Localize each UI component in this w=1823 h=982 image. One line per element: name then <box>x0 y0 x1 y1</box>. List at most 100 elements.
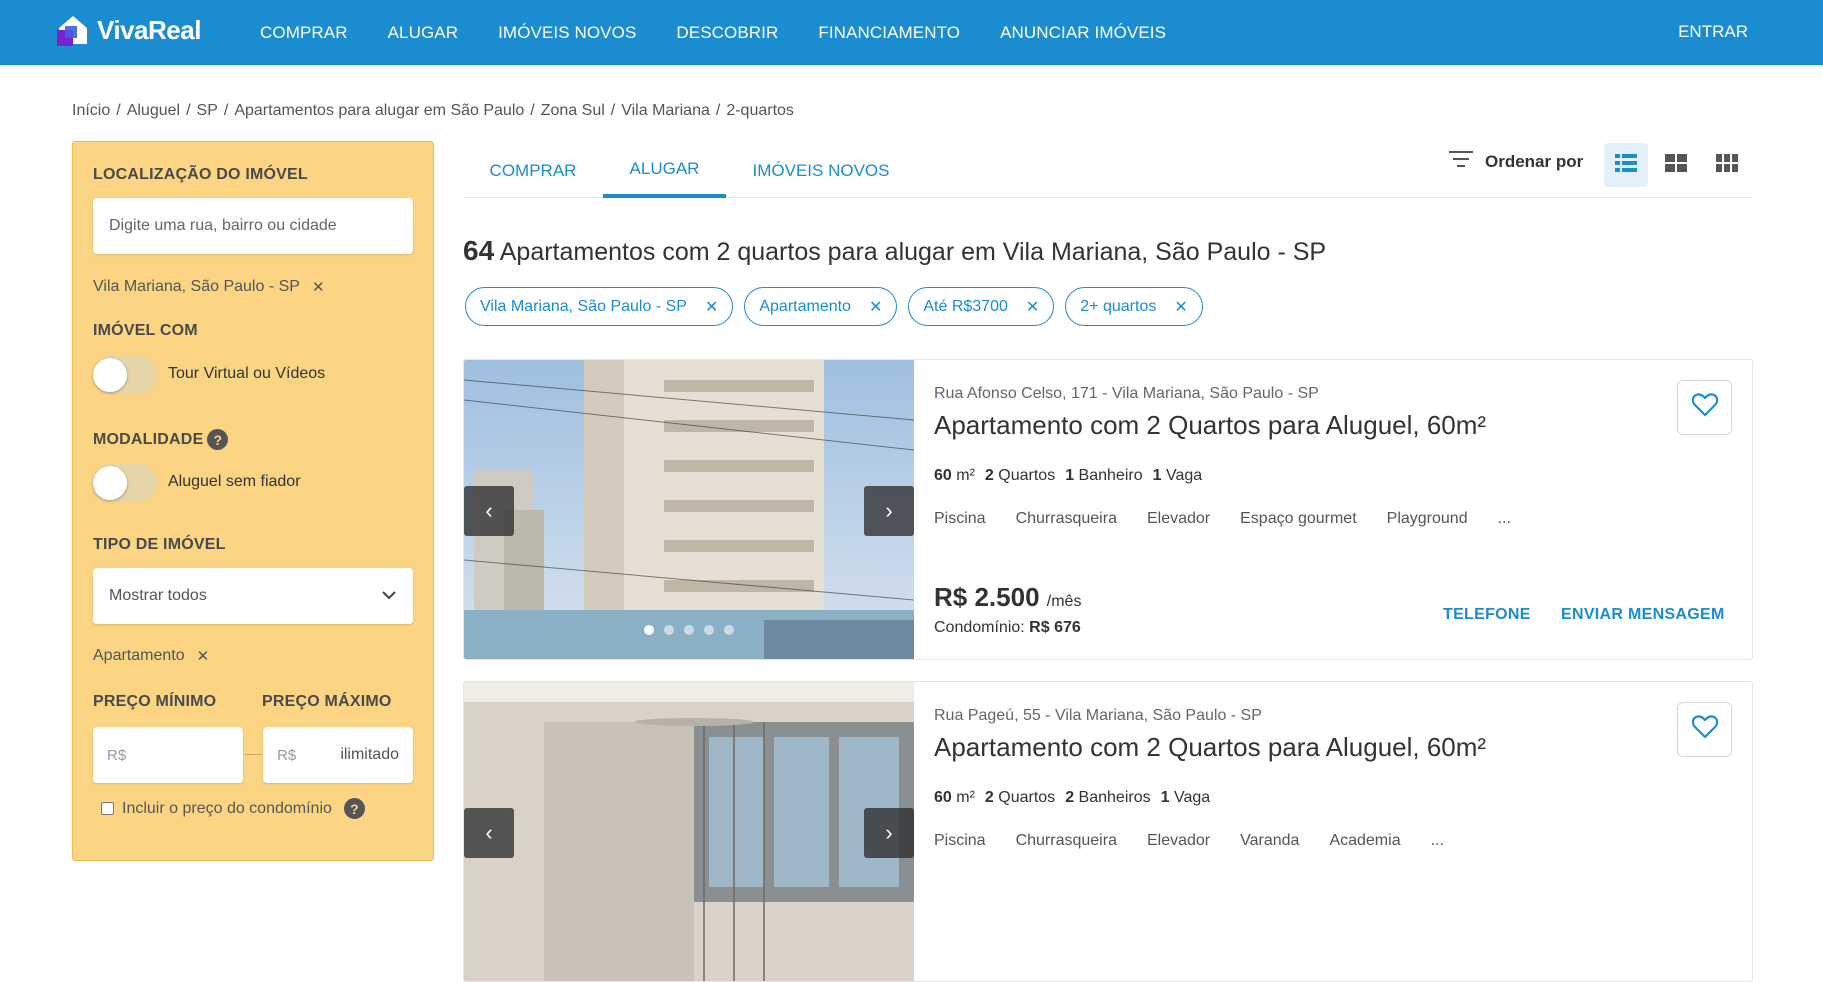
pagination-dot[interactable] <box>704 625 714 635</box>
breadcrumb-2-quartos: 2-quartos <box>726 102 794 119</box>
favorite-button[interactable] <box>1677 702 1732 757</box>
amenity-more: ... <box>1430 832 1444 849</box>
location-chip: Vila Mariana, São Paulo - SP ✕ <box>93 278 325 296</box>
grid-3-icon <box>1716 153 1738 177</box>
grid-view-button[interactable] <box>1705 143 1749 187</box>
nav-descobrir[interactable]: DESCOBRIR <box>676 23 778 43</box>
condominio-label: Incluir o preço do condomínio <box>122 799 332 817</box>
currency-prefix: R$ <box>107 746 127 764</box>
tab-alugar[interactable]: ALUGAR <box>603 144 726 198</box>
remove-tipo-icon[interactable]: ✕ <box>197 647 210 665</box>
tipo-imovel-select[interactable]: Mostrar todos <box>93 568 413 624</box>
imovel-com-label: IMÓVEL COM <box>93 322 198 339</box>
help-icon[interactable]: ? <box>207 429 229 450</box>
pagination-dot[interactable] <box>664 625 674 635</box>
sort-button[interactable]: Ordenar por <box>1449 150 1583 173</box>
chevron-left-icon: ‹ <box>485 498 493 523</box>
remove-location-icon[interactable]: ✕ <box>312 278 325 296</box>
filter-chip-label: Vila Mariana, São Paulo - SP <box>480 297 687 315</box>
listing-title[interactable]: Apartamento com 2 Quartos para Aluguel, … <box>934 410 1486 441</box>
breadcrumb-aluguel[interactable]: Aluguel <box>127 102 180 120</box>
pagination-dot[interactable] <box>684 625 694 635</box>
tipo-imovel-value: Mostrar todos <box>109 587 207 604</box>
logo-text: VivaReal <box>97 14 201 45</box>
filter-chip-label: 2+ quartos <box>1080 297 1157 315</box>
filter-chip-label: Apartamento <box>759 297 851 315</box>
prev-photo-button[interactable]: ‹ <box>464 808 514 858</box>
vivareal-logo[interactable]: VivaReal <box>55 14 201 46</box>
preco-maximo-input[interactable]: R$ ilimitado <box>263 727 413 783</box>
main-nav: COMPRAR ALUGAR IMÓVEIS NOVOS DESCOBRIR F… <box>260 0 1166 65</box>
tipo-chip: Apartamento ✕ <box>93 647 209 665</box>
breadcrumb-zona-sul[interactable]: Zona Sul <box>541 102 605 120</box>
chevron-down-icon <box>381 587 397 605</box>
help-icon[interactable]: ? <box>343 798 365 819</box>
breadcrumb-separator: / <box>610 102 616 119</box>
chevron-left-icon: ‹ <box>485 820 493 845</box>
breadcrumb-apartamentos[interactable]: Apartamentos para alugar em São Paulo <box>234 102 524 120</box>
nav-anunciar[interactable]: ANUNCIAR IMÓVEIS <box>1000 23 1166 43</box>
price-range-divider <box>245 754 262 755</box>
close-icon[interactable]: ✕ <box>705 297 718 317</box>
next-photo-button[interactable]: › <box>864 486 914 536</box>
filter-chip-price[interactable]: Até R$3700 ✕ <box>908 287 1055 326</box>
tab-imoveis-novos[interactable]: IMÓVEIS NOVOS <box>726 144 916 198</box>
tour-virtual-toggle[interactable] <box>93 356 157 394</box>
pagination-dot[interactable] <box>724 625 734 635</box>
listing-amenities: Piscina Churrasqueira Elevador Espaço go… <box>934 510 1511 528</box>
breadcrumb-vila-mariana[interactable]: Vila Mariana <box>621 102 710 120</box>
amenity-tag: Churrasqueira <box>1015 832 1117 849</box>
photo-pagination <box>644 625 734 635</box>
condominio-checkbox-row: Incluir o preço do condomínio ? <box>101 798 365 819</box>
filter-chip-rooms[interactable]: 2+ quartos ✕ <box>1065 287 1203 326</box>
results-text: Apartamentos com 2 quartos para alugar e… <box>499 238 1327 266</box>
nav-imoveis-novos[interactable]: IMÓVEIS NOVOS <box>498 23 636 43</box>
nav-financiamento[interactable]: FINANCIAMENTO <box>818 23 960 43</box>
amenity-tag: Varanda <box>1240 832 1300 849</box>
listing-title[interactable]: Apartamento com 2 Quartos para Aluguel, … <box>934 732 1486 763</box>
listing-condo-fee: Condomínio: R$ 676 <box>934 619 1081 636</box>
amenity-more: ... <box>1497 510 1511 527</box>
listing-photo[interactable]: ‹ › <box>464 360 914 659</box>
login-button[interactable]: ENTRAR <box>1678 22 1748 42</box>
toggle-knob <box>93 358 127 392</box>
preco-minimo-label: PREÇO MÍNIMO <box>93 693 217 710</box>
prev-photo-button[interactable]: ‹ <box>464 486 514 536</box>
spec-rooms: 2 Quartos <box>984 789 1056 806</box>
favorite-button[interactable] <box>1677 380 1732 435</box>
preco-maximo-label: PREÇO MÁXIMO <box>262 693 392 710</box>
top-header: VivaReal COMPRAR ALUGAR IMÓVEIS NOVOS DE… <box>0 0 1823 65</box>
card-view-button[interactable] <box>1654 143 1698 187</box>
filter-chip-type[interactable]: Apartamento ✕ <box>744 287 898 326</box>
close-icon[interactable]: ✕ <box>1174 297 1187 317</box>
breadcrumb-separator: / <box>223 102 229 119</box>
spec-baths: 2 Banheiros <box>1065 789 1151 806</box>
nav-comprar[interactable]: COMPRAR <box>260 23 348 43</box>
breadcrumb-inicio[interactable]: Início <box>72 102 110 120</box>
results-heading: 64 Apartamentos com 2 quartos para aluga… <box>463 235 1326 267</box>
listing-price: R$ 2.500 /mês <box>934 582 1082 612</box>
close-icon[interactable]: ✕ <box>1026 297 1039 317</box>
listing-card[interactable]: ‹ › Rua Pageú, 55 - Vila Mariana, São Pa… <box>463 681 1753 982</box>
modalidade-label: MODALIDADE <box>93 430 204 448</box>
send-message-button[interactable]: ENVIAR MENSAGEM <box>1561 606 1725 624</box>
condominio-checkbox[interactable] <box>101 802 114 815</box>
grid-2-icon <box>1665 153 1687 177</box>
filter-chip-location[interactable]: Vila Mariana, São Paulo - SP ✕ <box>465 287 734 326</box>
location-input[interactable]: Digite uma rua, bairro ou cidade <box>93 198 413 254</box>
nav-alugar[interactable]: ALUGAR <box>388 23 459 43</box>
amenity-tag: Elevador <box>1146 510 1211 527</box>
close-icon[interactable]: ✕ <box>869 297 882 317</box>
preco-minimo-input[interactable]: R$ <box>93 727 243 783</box>
tab-comprar[interactable]: COMPRAR <box>463 144 603 198</box>
listing-card[interactable]: ‹ › Rua Afonso Celso, 171 - Vila Mariana… <box>463 359 1753 660</box>
phone-button[interactable]: TELEFONE <box>1443 606 1531 624</box>
breadcrumb-sp[interactable]: SP <box>197 102 218 120</box>
list-view-icon <box>1615 153 1637 177</box>
sem-fiador-toggle[interactable] <box>93 464 157 502</box>
pagination-dot[interactable] <box>644 625 654 635</box>
listing-photo[interactable]: ‹ › <box>464 682 914 981</box>
listing-specs: 60 m² 2 Quartos 1 Banheiro 1 Vaga <box>934 467 1202 485</box>
next-photo-button[interactable]: › <box>864 808 914 858</box>
list-view-button[interactable] <box>1604 143 1648 187</box>
